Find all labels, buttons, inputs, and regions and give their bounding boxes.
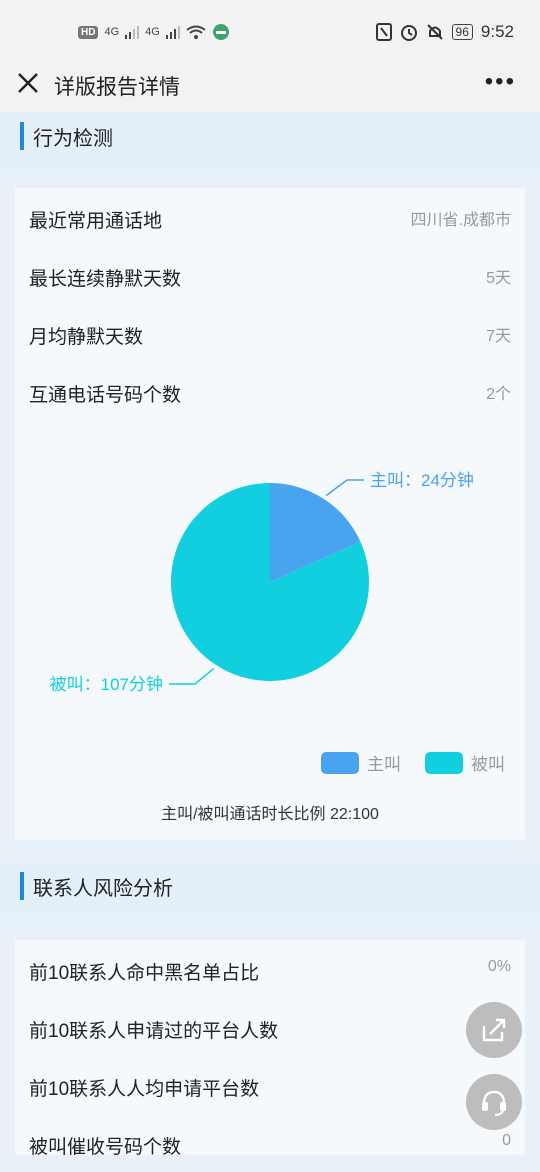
legend-swatch-callee: [425, 751, 463, 774]
row-label: 前10联系人申请过的平台人数: [29, 1021, 279, 1042]
section-accent-bar: [20, 122, 24, 150]
contacts-section-header: 联系人风险分析: [0, 862, 540, 918]
section-accent-bar: [20, 872, 24, 900]
mute-icon: [426, 24, 443, 40]
signal-icon: [165, 26, 180, 39]
alarm-icon: [400, 25, 417, 41]
customer-service-button[interactable]: [466, 1074, 522, 1130]
behavior-card: 最近常用通话地 四川省.成都市 最长连续静默天数 5天 月均静默天数 7天 互通…: [15, 188, 525, 840]
navigation-bar: 详版报告详情 •••: [0, 60, 540, 112]
row-value: 2个: [486, 386, 511, 403]
row-label: 前10联系人命中黑名单占比: [29, 963, 260, 984]
signal-icon: [125, 26, 140, 39]
headset-icon: [482, 1090, 506, 1116]
row-label: 月均静默天数: [29, 327, 144, 348]
list-item: 前10联系人命中黑名单占比 0%: [15, 940, 525, 998]
row-label: 最近常用通话地: [29, 211, 163, 232]
status-bar: HD 4G 4G 96 9:52: [0, 0, 540, 60]
row-label: 最长连续静默天数: [29, 269, 182, 290]
contacts-card: 前10联系人命中黑名单占比 0% 前10联系人申请过的平台人数 前10联系人人均…: [15, 940, 525, 1158]
share-button[interactable]: [466, 1002, 522, 1058]
pie-leader-line-0: [325, 479, 364, 497]
legend-item-caller[interactable]: 主叫: [321, 750, 401, 775]
behavior-section-header: 行为检测: [0, 112, 540, 168]
row-value: 7天: [486, 328, 511, 345]
legend-label-caller: 主叫: [367, 755, 401, 774]
list-item: 前10联系人申请过的平台人数: [15, 998, 525, 1056]
list-item: 被叫催收号码个数 0: [15, 1114, 525, 1172]
pie-leader-line-1: [169, 667, 215, 685]
row-value: 四川省.成都市: [410, 212, 511, 229]
chart-legend: 主叫 被叫: [307, 750, 505, 775]
page-title: 详版报告详情: [54, 76, 180, 99]
legend-swatch-caller: [321, 751, 359, 774]
status-bar-left: HD 4G 4G: [78, 20, 230, 44]
legend-label-callee: 被叫: [471, 755, 505, 774]
nfc-icon: [375, 23, 392, 41]
row-label: 互通电话号码个数: [29, 385, 182, 406]
list-item: 月均静默天数 7天: [15, 304, 525, 362]
status-time: 9:52: [480, 22, 514, 41]
pie-data-label-0: 主叫：24分钟: [370, 471, 474, 490]
legend-item-callee[interactable]: 被叫: [425, 750, 505, 775]
behavior-section-title: 行为检测: [33, 128, 113, 150]
contacts-section-title: 联系人风险分析: [33, 878, 173, 900]
app-notification-icon: [212, 24, 229, 40]
more-icon[interactable]: •••: [485, 68, 516, 96]
pie-chart-svg: 主叫：24分钟被叫：107分钟: [50, 471, 474, 694]
row-value: 5天: [486, 270, 511, 287]
close-icon[interactable]: [14, 70, 42, 98]
status-bar-right: 96 9:52: [375, 20, 514, 44]
list-item: 最近常用通话地 四川省.成都市: [15, 188, 525, 246]
row-value: 0%: [487, 958, 511, 975]
battery-indicator: 96: [451, 24, 473, 40]
row-label: 前10联系人人均申请平台数: [29, 1079, 260, 1100]
list-item: 最长连续静默天数 5天: [15, 246, 525, 304]
call-duration-pie-chart: 主叫：24分钟被叫：107分钟: [15, 438, 525, 778]
wifi-icon: [186, 25, 206, 39]
row-value: 0: [502, 1132, 511, 1149]
signal-2-label: 4G: [145, 26, 160, 38]
call-ratio-text: 主叫/被叫通话时长比例 22:100: [161, 806, 379, 823]
list-item: 前10联系人人均申请平台数: [15, 1056, 525, 1114]
pie-data-label-1: 被叫：107分钟: [50, 675, 163, 694]
signal-1-label: 4G: [104, 26, 120, 38]
hd-badge: HD: [78, 25, 99, 39]
list-item: 互通电话号码个数 2个: [15, 362, 525, 420]
share-icon: [482, 1018, 506, 1042]
